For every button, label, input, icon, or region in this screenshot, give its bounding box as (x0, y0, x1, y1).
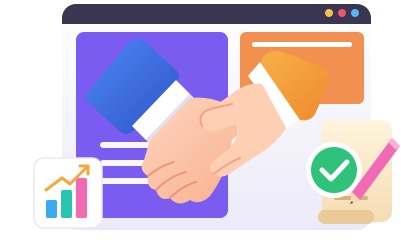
window-titlebar (62, 4, 371, 24)
window-dot-blue (351, 9, 359, 17)
chart-bar (46, 200, 57, 218)
window-dot-yellow (325, 9, 333, 17)
growth-chart-icon (33, 157, 103, 229)
handshake-illustration (0, 0, 401, 240)
chart-bar (76, 178, 87, 218)
chart-bar (61, 190, 72, 218)
checkmark-badge-icon (306, 142, 362, 198)
window-dot-red (338, 9, 346, 17)
text-line (252, 42, 352, 47)
